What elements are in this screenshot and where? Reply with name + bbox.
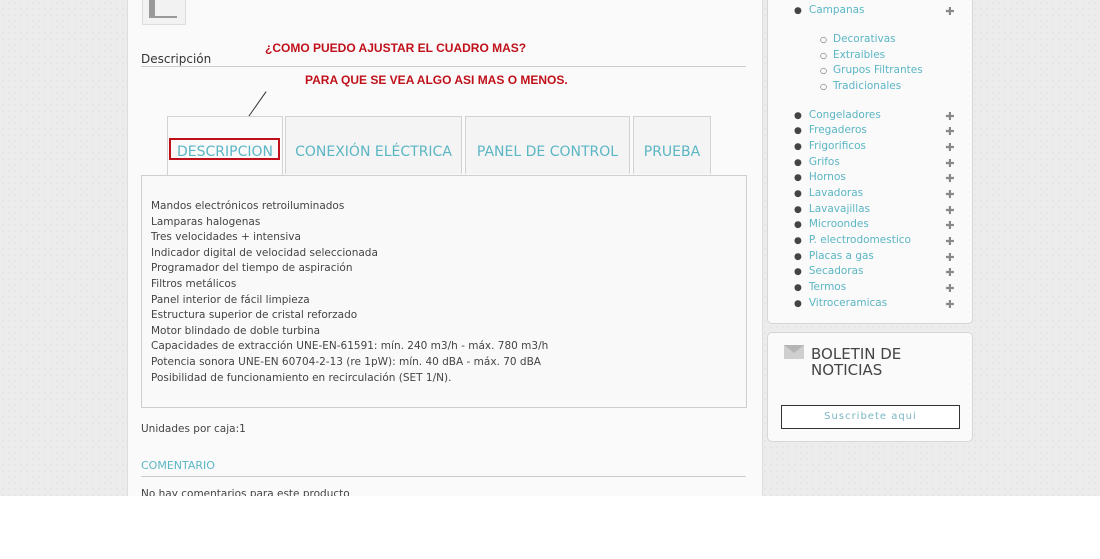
feature-item: Tres velocidades + intensiva [151, 231, 301, 244]
sidebar-item-label: Lavavajillas [808, 203, 871, 215]
expand-icon[interactable]: ✚ [945, 267, 955, 278]
expand-icon[interactable]: ✚ [945, 158, 955, 169]
tab-prueba[interactable]: PRUEBA [633, 116, 711, 174]
expand-icon[interactable]: ✚ [945, 299, 955, 310]
sidebar-item-label: Hornos [808, 171, 846, 183]
feature-item: Lamparas halogenas [151, 215, 261, 228]
sidebar-item-label: Frigorificos [808, 140, 866, 152]
bullet-icon: ● [794, 6, 802, 16]
expand-icon[interactable]: ✚ [945, 252, 955, 263]
annotation-highlight-box [169, 138, 280, 160]
sidebar-item-label: Congeladores [808, 109, 881, 121]
product-thumbnail[interactable] [142, 0, 186, 25]
feature-list: Mandos electrónicos retroiluminados Lamp… [151, 199, 548, 386]
subcategory-label: Extraibles [832, 49, 886, 61]
sidebar-item-label: Vitroceramicas [808, 297, 888, 309]
units-per-box: Unidades por caja:1 [141, 423, 246, 435]
comment-heading: COMENTARIO [141, 459, 215, 472]
expand-icon[interactable]: ✚ [945, 126, 955, 137]
sidebar-item-label: Fregaderos [808, 124, 867, 136]
subcategory-decorativas[interactable]: ○ Decorativas [820, 33, 896, 45]
bullet-icon: ● [794, 189, 802, 199]
circle-icon: ○ [820, 82, 827, 91]
expand-icon[interactable]: ✚ [945, 173, 955, 184]
divider [141, 476, 746, 477]
feature-item: Potencia sonora UNE-EN 60704-2-13 (re 1p… [151, 355, 541, 368]
subcategory-extraibles[interactable]: ○ Extraibles [820, 49, 885, 61]
feature-item: Indicador digital de velocidad seleccion… [151, 246, 378, 259]
subcategory-label: Decorativas [832, 33, 896, 45]
expand-icon[interactable]: ✚ [945, 142, 955, 153]
bullet-icon: ● [794, 252, 802, 262]
expand-icon[interactable]: ✚ [945, 111, 955, 122]
bullet-icon: ● [794, 111, 802, 121]
feature-item: Capacidades de extracción UNE-EN-61591: … [151, 340, 549, 353]
feature-item: Mandos electrónicos retroiluminados [151, 200, 345, 212]
sidebar-item-label: Campanas [808, 4, 865, 16]
expand-icon[interactable]: ✚ [945, 189, 955, 200]
circle-icon: ○ [820, 51, 827, 60]
sidebar-item-label: P. electrodomestico [808, 234, 911, 246]
sidebar-item-label: Termos [808, 281, 847, 293]
bullet-icon: ● [794, 126, 802, 136]
expand-icon[interactable]: ✚ [945, 220, 955, 231]
sidebar-item-vitroceramicas[interactable]: ● Vitroceramicas [794, 297, 887, 309]
section-title: Descripción [141, 52, 212, 66]
feature-item: Motor blindado de doble turbina [151, 324, 321, 337]
feature-item: Panel interior de fácil limpieza [151, 293, 310, 306]
subcategory-label: Grupos Filtrantes [832, 64, 923, 76]
mail-icon [784, 345, 804, 359]
expand-icon[interactable]: ✚ [945, 236, 955, 247]
subcategory-label: Tradicionales [832, 80, 902, 92]
bullet-icon: ● [794, 220, 802, 230]
sidebar-item-lavavajillas[interactable]: ● Lavavajillas [794, 203, 870, 215]
sidebar-item-lavadoras[interactable]: ● Lavadoras [794, 187, 863, 199]
expand-icon[interactable]: ✚ [945, 6, 955, 17]
subcategory-grupos-filtrantes[interactable]: ○ Grupos Filtrantes [820, 64, 923, 76]
circle-icon: ○ [820, 35, 827, 44]
expand-icon[interactable]: ✚ [945, 283, 955, 294]
sidebar-item-microondes[interactable]: ● Microondes [794, 218, 869, 230]
feature-item: Posibilidad de funcionamiento en recircu… [151, 371, 452, 384]
sidebar-item-fregaderos[interactable]: ● Fregaderos [794, 124, 867, 136]
sidebar-item-frigorificos[interactable]: ● Frigorificos [794, 140, 866, 152]
sidebar-item-termos[interactable]: ● Termos [794, 281, 846, 293]
subcategory-tradicionales[interactable]: ○ Tradicionales [820, 80, 901, 92]
annotation-explanation: PARA QUE SE VEA ALGO ASI MAS O MENOS. [305, 73, 568, 87]
sidebar-item-hornos[interactable]: ● Hornos [794, 171, 846, 183]
bullet-icon: ● [794, 299, 802, 309]
sidebar-item-campanas[interactable]: ● Campanas [794, 4, 865, 16]
feature-item: Programador del tiempo de aspiración [151, 262, 353, 275]
sidebar-item-p-electrodomestico[interactable]: ● P. electrodomestico [794, 234, 911, 246]
feature-item: Estructura superior de cristal reforzado [151, 309, 358, 322]
circle-icon: ○ [820, 66, 827, 75]
sidebar-item-label: Placas a gas [808, 250, 874, 262]
expand-icon[interactable]: ✚ [945, 205, 955, 216]
sidebar-item-label: Microondes [808, 218, 869, 230]
sidebar-item-label: Grifos [808, 156, 840, 168]
newsletter-title: BOLETIN DE NOTICIAS [811, 345, 902, 379]
bullet-icon: ● [794, 267, 802, 277]
bullet-icon: ● [794, 142, 802, 152]
sidebar-item-grifos[interactable]: ● Grifos [794, 156, 840, 168]
tab-conexion-electrica[interactable]: CONEXIÓN ELÉCTRICA [285, 116, 462, 174]
bullet-icon: ● [794, 236, 802, 246]
sidebar-item-label: Secadoras [808, 265, 864, 277]
hood-image [149, 0, 177, 18]
bullet-icon: ● [794, 173, 802, 183]
bullet-icon: ● [794, 283, 802, 293]
sidebar-item-congeladores[interactable]: ● Congeladores [794, 109, 881, 121]
feature-item: Filtros metálicos [151, 277, 237, 290]
tab-panel-de-control[interactable]: PANEL DE CONTROL [465, 116, 630, 174]
sidebar-item-placas-a-gas[interactable]: ● Placas a gas [794, 250, 874, 262]
bullet-icon: ● [794, 205, 802, 215]
bullet-icon: ● [794, 158, 802, 168]
annotation-question: ¿COMO PUEDO AJUSTAR EL CUADRO MAS? [265, 41, 527, 55]
sidebar-item-secadoras[interactable]: ● Secadoras [794, 265, 864, 277]
sidebar-item-label: Lavadoras [808, 187, 864, 199]
comment-empty-text: No hay comentarios para este producto [141, 488, 350, 496]
subscribe-button[interactable]: Suscribete aqui [781, 405, 960, 429]
divider [141, 66, 746, 67]
